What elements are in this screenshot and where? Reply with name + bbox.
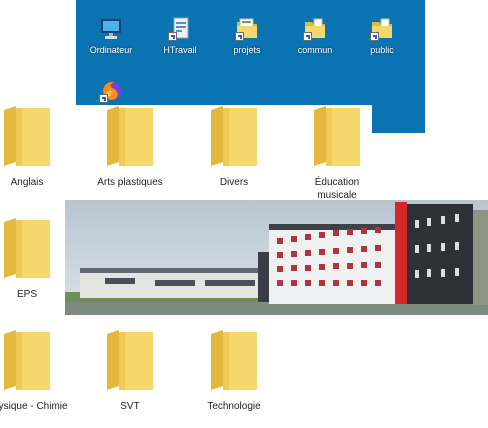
folder-icon: [4, 330, 50, 394]
desktop-icon-label: commun: [297, 45, 333, 55]
desktop-icon-label: Ordinateur: [89, 45, 133, 55]
folder-physique-chimie[interactable]: Physique - Chimie: [0, 330, 70, 413]
folder-label: Technologie: [207, 401, 261, 412]
computer-icon: [98, 16, 124, 42]
folder-label: SVT: [120, 401, 140, 412]
folder-label: Physique - Chimie: [0, 401, 68, 412]
desktop-icon-firefox[interactable]: [83, 78, 139, 107]
shortcut-folder-icon: [302, 16, 328, 42]
shortcut-document-icon: [167, 16, 193, 42]
folder-svt[interactable]: SVT: [87, 330, 173, 413]
shortcut-arrow-icon: [303, 32, 312, 41]
school-building-photo: [65, 200, 488, 315]
desktop-icon-htravail[interactable]: HTravail: [152, 16, 208, 56]
folder-label: Anglais: [10, 177, 44, 188]
shortcut-folder-icon: [234, 16, 260, 42]
folder-icon: [211, 106, 257, 170]
desktop-icon-label: projets: [233, 45, 261, 55]
folder-label: Arts plastiques: [97, 177, 163, 188]
desktop-icon-label: HTravail: [163, 45, 197, 55]
folder-label: EPS: [16, 289, 37, 300]
shortcut-folder-icon: [369, 16, 395, 42]
firefox-shortcut-icon: [98, 78, 124, 104]
shortcut-arrow-icon: [370, 32, 379, 41]
folder-label: Divers: [219, 177, 249, 188]
desktop-icon-commun[interactable]: commun: [287, 16, 343, 56]
shortcut-arrow-icon: [168, 32, 177, 41]
folder-icon: [107, 106, 153, 170]
folder-divers[interactable]: Divers: [191, 106, 277, 189]
shortcut-arrow-icon: [235, 32, 244, 41]
folder-icon: [4, 218, 50, 282]
folder-icon: [211, 330, 257, 394]
desktop-icon-label: public: [370, 45, 394, 55]
desktop-icon-projets[interactable]: projets: [219, 16, 275, 56]
folder-icon: [107, 330, 153, 394]
folder-arts-plastiques[interactable]: Arts plastiques: [87, 106, 173, 189]
folder-technologie[interactable]: Technologie: [191, 330, 277, 413]
folder-label: Éducation musicale: [314, 177, 360, 201]
folder-education-musicale[interactable]: Éducation musicale: [294, 106, 380, 202]
folder-icon: [4, 106, 50, 170]
desktop-icon-ordinateur[interactable]: Ordinateur: [83, 16, 139, 56]
folder-eps[interactable]: EPS: [0, 218, 70, 301]
shortcut-arrow-icon: [99, 94, 108, 103]
folder-anglais[interactable]: Anglais: [0, 106, 70, 189]
desktop-icon-public[interactable]: public: [354, 16, 410, 56]
folder-icon: [314, 106, 360, 170]
